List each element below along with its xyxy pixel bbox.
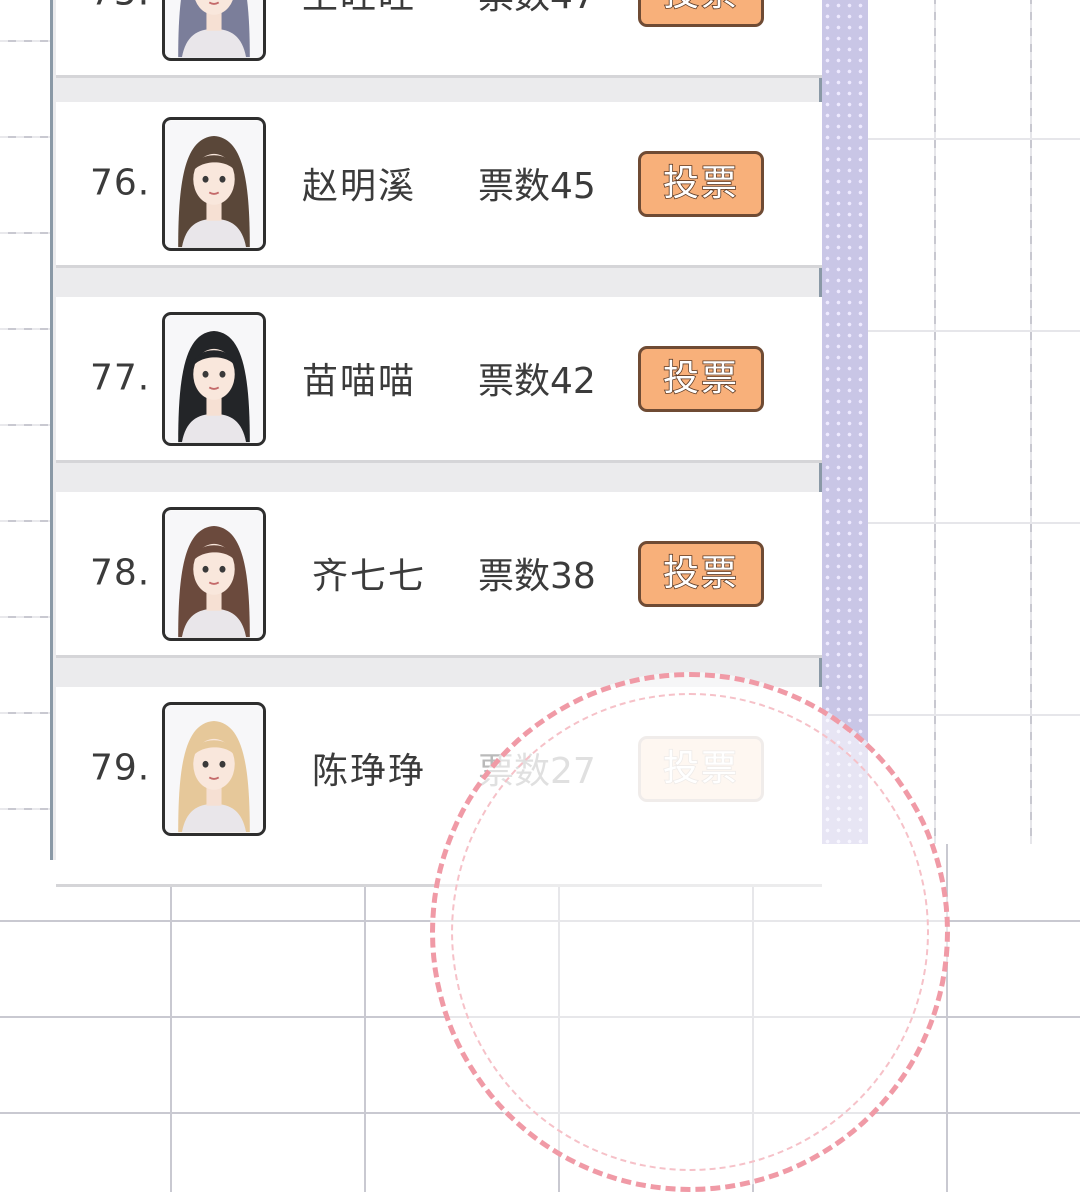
rank-number: 76. bbox=[90, 162, 151, 204]
candidate-name: 陈琤琤 bbox=[312, 750, 427, 792]
candidate-name: 赵明溪 bbox=[302, 165, 417, 207]
background-grid-left bbox=[0, 0, 52, 844]
list-item: 75. 王旺旺 票数47 投票 bbox=[56, 0, 822, 78]
rank-number: 77. bbox=[90, 357, 151, 399]
list-item: 77. 苗喵喵 票数42 投票 bbox=[56, 297, 822, 463]
vote-button[interactable]: 投票 bbox=[638, 0, 764, 27]
rank-number: 79. bbox=[90, 747, 151, 789]
avatar bbox=[162, 312, 266, 446]
sticker-inner-ring bbox=[451, 693, 929, 1171]
vote-button[interactable]: 投票 bbox=[638, 540, 764, 607]
vote-button[interactable]: 投票 bbox=[638, 345, 764, 412]
avatar bbox=[162, 117, 266, 251]
avatar bbox=[162, 507, 266, 641]
vote-count: 票数42 bbox=[478, 360, 596, 402]
list-item: 76. 赵明溪 票数45 投票 bbox=[56, 102, 822, 268]
vote-count: 票数38 bbox=[478, 555, 596, 597]
vote-count: 票数45 bbox=[478, 165, 596, 207]
avatar bbox=[162, 702, 266, 836]
candidate-name: 王旺旺 bbox=[302, 0, 416, 18]
avatar bbox=[162, 0, 266, 61]
rank-number: 78. bbox=[90, 552, 151, 594]
candidate-name: 齐七七 bbox=[312, 555, 427, 597]
list-item: 78. 齐七七 票数38 投票 bbox=[56, 492, 822, 658]
vote-button[interactable]: 投票 bbox=[638, 150, 764, 217]
pink-dashed-circle-sticker bbox=[430, 672, 950, 1192]
candidate-name: 苗喵喵 bbox=[302, 360, 417, 402]
vote-count: 票数47 bbox=[478, 0, 596, 18]
background-grid-right bbox=[868, 0, 1080, 844]
rank-number: 75. bbox=[90, 0, 150, 13]
